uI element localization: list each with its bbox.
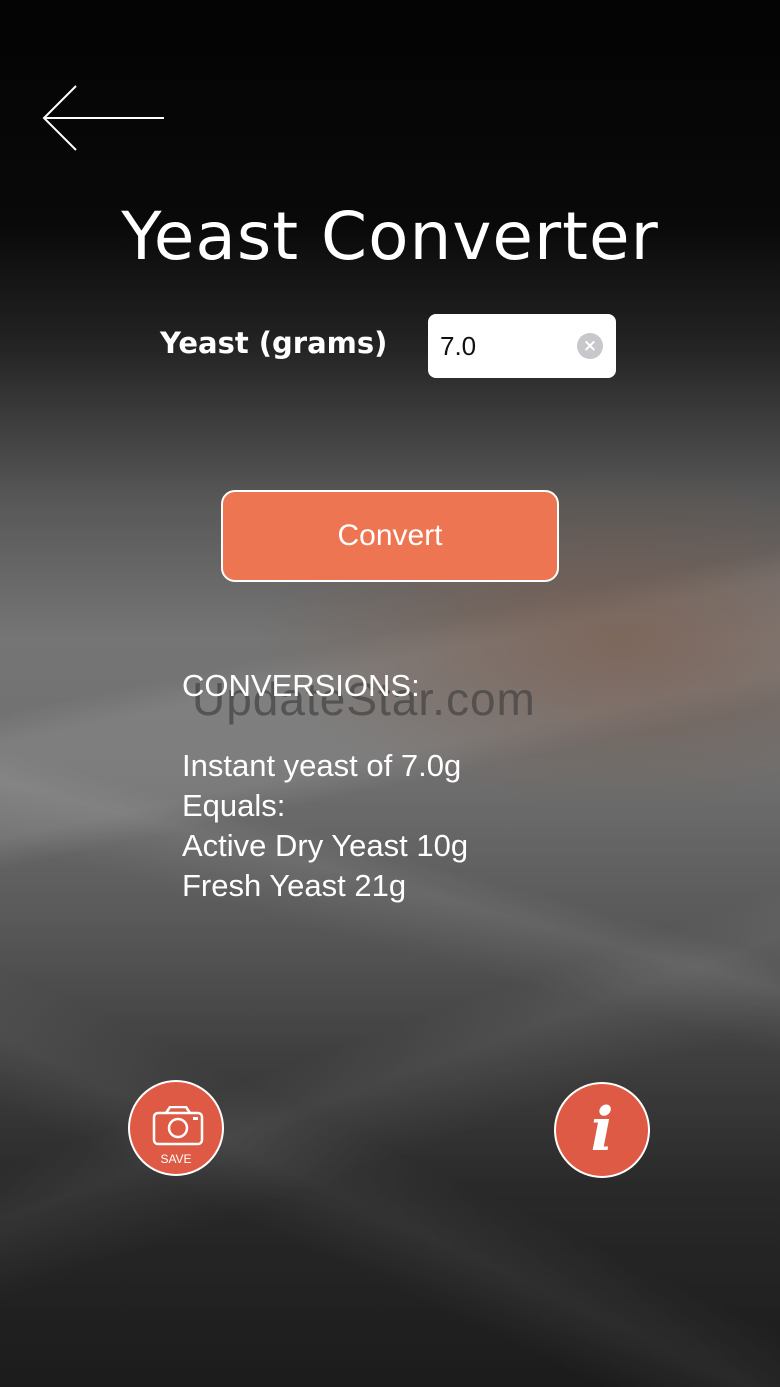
result-line: Active Dry Yeast 10g <box>182 828 469 863</box>
page-title: Yeast Converter <box>121 198 659 275</box>
result-line: Instant yeast of 7.0g <box>182 748 462 783</box>
clear-circle-icon[interactable]: × <box>577 333 603 359</box>
back-button[interactable] <box>40 82 168 154</box>
yeast-grams-label: Yeast (grams) <box>160 326 388 360</box>
arrow-left-icon <box>42 85 164 151</box>
yeast-grams-input[interactable] <box>440 314 570 378</box>
convert-button[interactable]: Convert <box>221 490 559 582</box>
save-label: SAVE <box>160 1152 192 1166</box>
info-button[interactable]: i <box>554 1082 650 1178</box>
result-line: Fresh Yeast 21g <box>182 868 407 903</box>
conversions-heading: CONVERSIONS: <box>182 668 420 703</box>
info-icon: i <box>590 1095 614 1165</box>
save-button[interactable]: SAVE <box>128 1080 224 1176</box>
camera-icon <box>152 1106 204 1146</box>
conversion-results: CONVERSIONS: Instant yeast of 7.0g Equal… <box>182 666 468 906</box>
result-line: Equals: <box>182 788 286 823</box>
